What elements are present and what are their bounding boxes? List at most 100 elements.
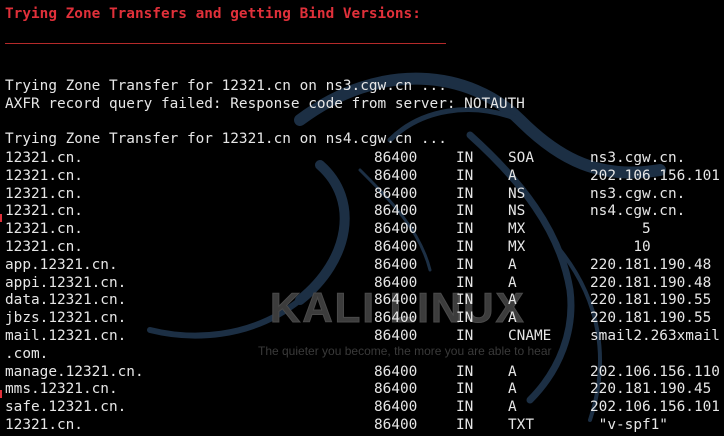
record-value: 220.181.190.55 <box>590 310 712 327</box>
record-value: 220.181.190.55 <box>590 292 712 309</box>
record-name: 12321.cn. <box>5 221 83 238</box>
record-name: 12321.cn. <box>5 185 83 202</box>
record-class: IN <box>456 185 474 202</box>
record-name: mms.12321.cn. <box>5 381 118 398</box>
record-value: 220.181.190.45 <box>590 381 712 398</box>
record-name: safe.12321.cn. <box>5 399 127 416</box>
record-class: IN <box>456 150 474 166</box>
record-ttl: 86400 <box>374 399 418 416</box>
record-ttl: 86400 <box>374 363 418 380</box>
record-class: IN <box>456 167 474 184</box>
record-type: A <box>508 363 517 380</box>
record-value: ns3.cgw.cn. <box>590 185 686 202</box>
record-ttl: 86400 <box>374 417 418 433</box>
record-name: 12321.cn. <box>5 203 83 220</box>
record-class: IN <box>456 239 474 255</box>
record-type: A <box>508 167 517 184</box>
record-ttl: 86400 <box>374 185 418 202</box>
record-class: IN <box>456 256 474 273</box>
record-name: 12321.cn. <box>5 239 83 255</box>
record-class: IN <box>456 221 474 238</box>
record-value: 220.181.190.48 <box>590 274 712 291</box>
record-value: 220.181.190.48 <box>590 256 712 273</box>
record-name: .com. <box>5 345 49 362</box>
record-value: 202.106.156.101 <box>590 167 720 184</box>
record-type: MX <box>508 239 526 255</box>
left-edge-marker <box>0 214 2 222</box>
record-ttl: 86400 <box>374 381 418 398</box>
left-edge-marker <box>0 390 2 398</box>
dns-record-row: 12321.cn. 86400 IN MX 10 <box>5 239 724 257</box>
record-type: A <box>508 274 517 291</box>
record-class: IN <box>456 363 474 380</box>
record-name: appi.12321.cn. <box>5 274 127 291</box>
dns-record-row: .com. <box>5 346 724 364</box>
record-name: 12321.cn. <box>5 150 83 166</box>
record-value: 5 <box>590 221 651 238</box>
record-ttl: 86400 <box>374 203 418 220</box>
record-ttl: 86400 <box>374 310 418 327</box>
dns-record-row: 12321.cn. 86400 IN SOA ns3.cgw.cn. <box>5 150 724 168</box>
record-class: IN <box>456 328 474 344</box>
record-value: 10 <box>590 239 651 255</box>
terminal-line: Trying Zone Transfer for 12321.cn on ns4… <box>5 131 447 148</box>
record-ttl: 86400 <box>374 274 418 291</box>
record-ttl: 86400 <box>374 256 418 273</box>
terminal-line: Trying Zone Transfer for 12321.cn on ns3… <box>5 78 447 94</box>
record-ttl: 86400 <box>374 150 418 166</box>
record-value: ns4.cgw.cn. <box>590 203 686 220</box>
dns-record-row: 12321.cn. 86400 IN MX 5 <box>5 221 724 239</box>
record-class: IN <box>456 203 474 220</box>
record-type: A <box>508 381 517 398</box>
record-value: "v-spf1" <box>590 417 668 433</box>
record-type: NS <box>508 203 526 220</box>
record-type: NS <box>508 185 526 202</box>
terminal-window[interactable]: Trying Zone Transfers and getting Bind V… <box>5 5 724 436</box>
record-class: IN <box>456 399 474 416</box>
record-type: A <box>508 310 517 327</box>
record-ttl: 86400 <box>374 239 418 255</box>
record-class: IN <box>456 292 474 309</box>
dns-record-row: mail.12321.cn. 86400 IN CNAME smail2.263xmai… <box>5 328 724 346</box>
record-class: IN <box>456 417 474 433</box>
dns-record-row: manage.12321.cn. 86400 IN A 202.106.156.110 <box>5 364 724 382</box>
record-type: A <box>508 256 517 273</box>
record-type: SOA <box>508 150 534 166</box>
dns-record-row: 12321.cn. 86400 IN NS ns3.cgw.cn. <box>5 186 724 204</box>
record-name: app.12321.cn. <box>5 256 118 273</box>
record-ttl: 86400 <box>374 167 418 184</box>
record-type: CNAME <box>508 328 552 344</box>
record-type: A <box>508 399 517 416</box>
dns-record-row: data.12321.cn. 86400 IN A 220.181.190.55 <box>5 292 724 310</box>
record-class: IN <box>456 274 474 291</box>
record-type: TXT <box>508 417 534 433</box>
dns-record-row: safe.12321.cn. 86400 IN A 202.106.156.101 <box>5 399 724 417</box>
record-ttl: 86400 <box>374 221 418 238</box>
record-name: manage.12321.cn. <box>5 363 144 380</box>
dns-record-row: 12321.cn. 86400 IN A 202.106.156.101 <box>5 168 724 186</box>
record-name: data.12321.cn. <box>5 292 127 309</box>
record-type: MX <box>508 221 526 238</box>
dns-record-row: appi.12321.cn. 86400 IN A 220.181.190.48 <box>5 275 724 293</box>
record-name: 12321.cn. <box>5 417 83 433</box>
record-name: 12321.cn. <box>5 167 83 184</box>
dns-record-row: mms.12321.cn. 86400 IN A 220.181.190.45 <box>5 381 724 399</box>
record-name: mail.12321.cn. <box>5 328 127 344</box>
record-ttl: 86400 <box>374 328 418 344</box>
record-value: smail2.263xmail <box>590 328 720 344</box>
record-name: jbzs.12321.cn. <box>5 310 127 327</box>
dns-record-row: jbzs.12321.cn. 86400 IN A 220.181.190.55 <box>5 310 724 328</box>
record-class: IN <box>456 310 474 327</box>
record-value: ns3.cgw.cn. <box>590 150 686 166</box>
record-type: A <box>508 292 517 309</box>
dns-record-row: 12321.cn. 86400 IN TXT "v-spf1" <box>5 417 724 435</box>
record-value: 202.106.156.101 <box>590 399 720 416</box>
record-ttl: 86400 <box>374 292 418 309</box>
record-class: IN <box>456 381 474 398</box>
dns-record-row: 12321.cn. 86400 IN NS ns4.cgw.cn. <box>5 203 724 221</box>
dns-record-row: app.12321.cn. 86400 IN A 220.181.190.48 <box>5 257 724 275</box>
terminal-line: AXFR record query failed: Response code … <box>5 95 525 112</box>
heading-underline <box>5 43 446 44</box>
terminal-heading: Trying Zone Transfers and getting Bind V… <box>5 6 421 22</box>
record-value: 202.106.156.110 <box>590 363 720 380</box>
